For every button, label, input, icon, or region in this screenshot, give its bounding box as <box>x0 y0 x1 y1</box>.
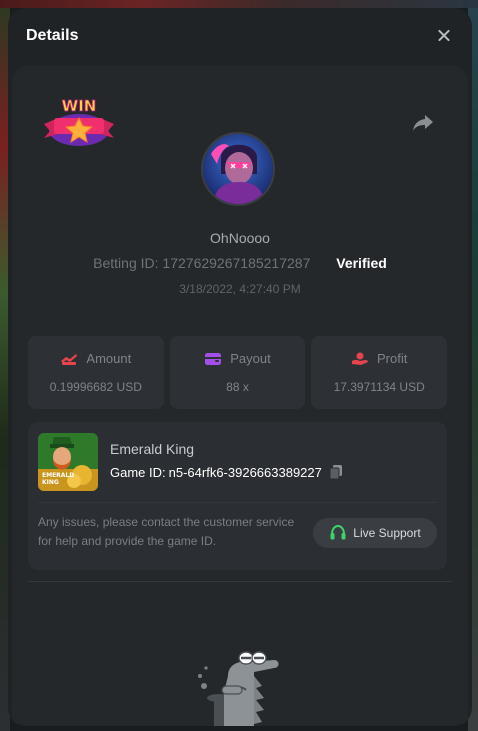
game-thumb-text-2: KING <box>42 479 59 486</box>
crocodile-mascot-icon <box>198 651 279 726</box>
win-badge-icon: WIN <box>44 97 114 146</box>
stat-profit-value: 17.3971134 USD <box>333 380 425 394</box>
live-support-button[interactable]: Live Support <box>313 518 437 548</box>
share-icon[interactable] <box>412 114 434 132</box>
stat-amount-value: 0.19996682 USD <box>49 380 142 394</box>
stat-payout-label: Payout <box>230 351 271 366</box>
background-slot-top <box>0 0 478 8</box>
bet-details-panel: WIN OhNoooo Betting ID: 1727629267185217… <box>12 66 468 726</box>
verified-badge: Verified <box>336 255 387 271</box>
win-badge-text: WIN <box>62 97 97 115</box>
amount-icon <box>61 353 78 365</box>
game-id-value: n5-64rfk6-3926663389227 <box>168 464 322 480</box>
modal-header: Details <box>8 8 472 64</box>
stat-amount: Amount 0.19996682 USD <box>28 336 164 409</box>
betting-id-line: Betting ID: 1727629267185217287 Verified <box>12 255 468 271</box>
username: OhNoooo <box>210 230 270 246</box>
game-id-row: Game ID: n5-64rfk6-3926663389227 <box>110 464 343 480</box>
bet-stats: Amount 0.19996682 USD Payout 88 x Profit… <box>28 336 448 409</box>
game-thumbnail[interactable]: EMERALD KING <box>38 433 98 491</box>
profit-icon <box>352 352 368 365</box>
headset-icon <box>330 524 346 540</box>
stat-amount-label: Amount <box>86 351 132 366</box>
modal-title: Details <box>26 27 79 44</box>
details-modal: Details WIN OhNoooo Betting ID: 17276292… <box>8 8 472 726</box>
game-thumb-text-1: EMERALD <box>42 472 74 479</box>
copy-icon[interactable] <box>329 464 343 480</box>
game-card: EMERALD KING Emerald King Game ID: n5-64… <box>28 422 447 570</box>
close-icon[interactable] <box>434 26 454 46</box>
bet-timestamp: 3/18/2022, 4:27:40 PM <box>179 282 301 296</box>
stat-profit: Profit 17.3971134 USD <box>311 336 448 409</box>
avatar <box>201 132 275 206</box>
betting-id-label: Betting ID: <box>93 255 159 271</box>
game-id-label: Game ID: <box>110 464 166 480</box>
stat-payout-value: 88 x <box>226 380 249 394</box>
betting-id-value: 1727629267185217287 <box>162 255 311 271</box>
support-message: Any issues, please contact the customer … <box>38 515 295 548</box>
game-card-divider <box>38 502 437 503</box>
wallet-icon <box>205 352 222 365</box>
live-support-label: Live Support <box>353 526 421 540</box>
section-divider <box>28 581 452 582</box>
stat-payout: Payout 88 x <box>169 336 306 409</box>
game-name[interactable]: Emerald King <box>110 441 194 457</box>
stat-profit-label: Profit <box>377 351 408 366</box>
